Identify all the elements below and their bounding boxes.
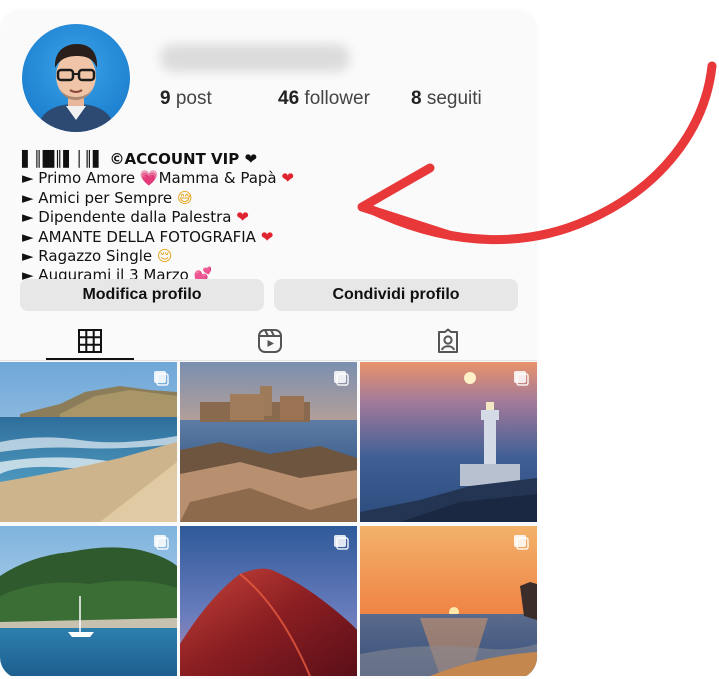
red-arrow-icon — [357, 61, 717, 244]
